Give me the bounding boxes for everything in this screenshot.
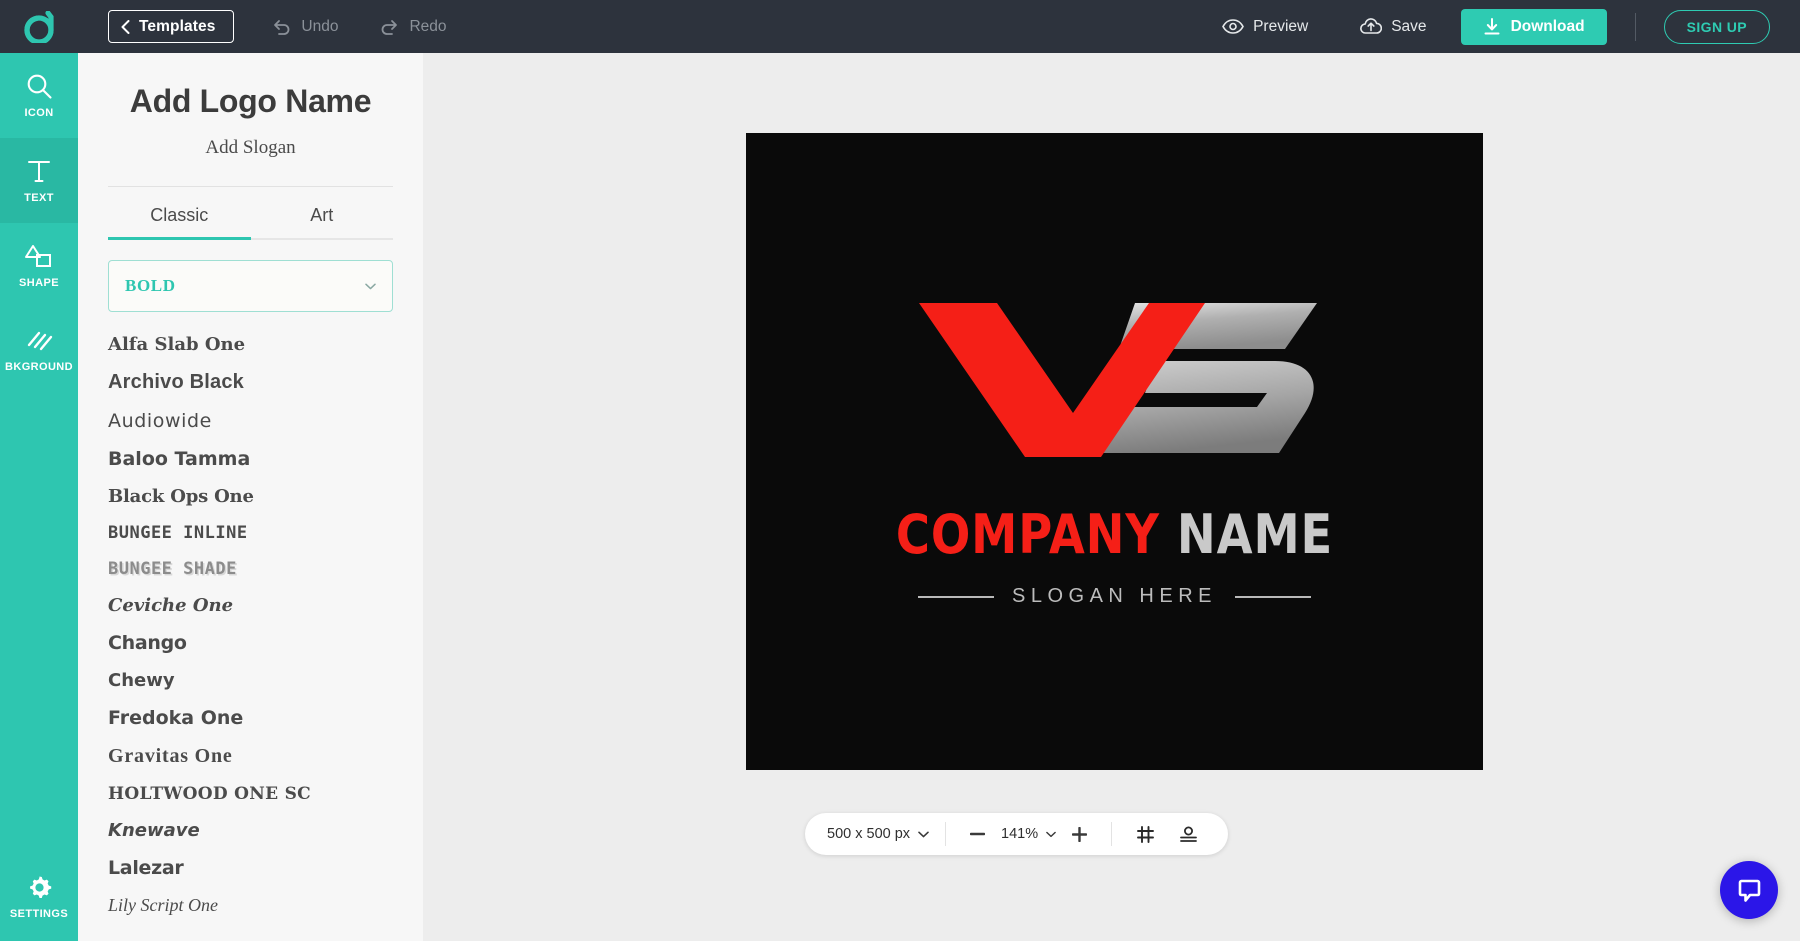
font-list-item[interactable]: BUNGEE INLINE (108, 515, 393, 551)
top-actions: Preview Save Download SIGN UP (1196, 8, 1800, 45)
chevron-down-icon (918, 831, 929, 837)
view-options (1112, 825, 1222, 844)
zoom-level-value[interactable]: 141% (1001, 826, 1038, 842)
canvas-size-value: 500 x 500 px (827, 826, 911, 842)
download-label: Download (1510, 17, 1585, 35)
zoom-in-button[interactable] (1064, 826, 1095, 842)
canvas-toolbar: 500 x 500 px 141% (805, 813, 1229, 855)
font-style-value: BOLD (125, 276, 176, 295)
chat-bubble-icon (1738, 879, 1760, 902)
undo-label: Undo (301, 17, 339, 35)
grid-icon (1137, 825, 1155, 843)
font-list: Alfa Slab One Archivo Black Audiowide Ba… (78, 326, 423, 924)
slogan-text: SLOGAN HERE (1012, 585, 1217, 607)
font-list-item[interactable]: HOLTWOOD ONE SC (108, 776, 393, 812)
canvas-size-select[interactable]: 500 x 500 px (811, 826, 945, 842)
tab-classic[interactable]: Classic (108, 187, 251, 240)
grid-toggle-button[interactable] (1128, 825, 1163, 844)
chat-widget-button[interactable] (1720, 861, 1778, 919)
minus-icon (970, 832, 986, 836)
search-icon (27, 74, 52, 99)
logo-vs-mark[interactable] (905, 301, 1325, 461)
chevron-down-icon[interactable] (1046, 831, 1056, 838)
sidebar-item-text[interactable]: TEXT (0, 138, 78, 223)
sidebar-item-shape-label: SHAPE (19, 276, 59, 289)
font-list-item[interactable]: Chango (108, 624, 393, 662)
font-list-item[interactable]: Lily Script One (108, 887, 393, 924)
slogan-rule-left (918, 595, 994, 598)
font-list-item[interactable]: Black Ops One (108, 478, 393, 515)
font-list-item[interactable]: Audiowide (108, 402, 393, 440)
slogan-rule-right (1234, 595, 1311, 598)
font-list-item[interactable]: Knewave (108, 812, 393, 849)
history-controls: Undo Redo (272, 17, 447, 36)
save-button[interactable]: Save (1334, 18, 1452, 36)
rail-spacer (0, 393, 78, 853)
font-list-item[interactable]: Chewy (108, 662, 393, 699)
tab-art[interactable]: Art (251, 187, 394, 238)
app-logo[interactable] (0, 0, 78, 53)
redo-label: Redo (409, 17, 447, 35)
sidebar-item-bkground-label: BKGROUND (5, 360, 73, 373)
templates-button[interactable]: Templates (108, 10, 235, 43)
undo-button[interactable]: Undo (272, 18, 338, 36)
font-list-item[interactable]: Alfa Slab One (108, 326, 393, 363)
font-list-item[interactable]: BUNGEE SHADE (108, 551, 393, 587)
zoom-controls: 141% (946, 826, 1111, 842)
sidebar-item-bkground[interactable]: BKGROUND (0, 308, 78, 393)
redo-arrow-icon (382, 19, 398, 35)
sidebar-item-shape[interactable]: SHAPE (0, 223, 78, 308)
designevo-logo-icon (24, 10, 54, 43)
preview-label: Preview (1253, 17, 1309, 35)
chevron-down-icon (365, 283, 376, 289)
font-list-item[interactable]: Baloo Tamma (108, 440, 393, 478)
font-list-item[interactable]: Archivo Black (108, 363, 393, 402)
hatch-pattern-icon (27, 331, 52, 350)
sidebar-item-icon-label: ICON (24, 106, 54, 119)
cloud-upload-icon (1360, 18, 1383, 34)
sidebar-item-icon[interactable]: ICON (0, 53, 78, 138)
company-word-grey: NAME (1176, 503, 1334, 566)
logo-canvas[interactable]: COMPANY NAME SLOGAN HERE (746, 133, 1483, 770)
logo-company-name[interactable]: COMPANY NAME (798, 503, 1432, 566)
redo-button[interactable]: Redo (380, 17, 447, 36)
download-icon (1484, 17, 1500, 34)
editor-stage: COMPANY NAME SLOGAN HERE 500 x 500 px 14… (423, 53, 1800, 941)
signup-button[interactable]: SIGN UP (1663, 9, 1770, 44)
zoom-out-button[interactable] (962, 832, 993, 836)
sidebar-item-settings-label: SETTINGS (9, 908, 69, 920)
eye-icon (1222, 19, 1244, 34)
company-word-red: COMPANY (895, 503, 1160, 566)
toolbar-divider (1634, 12, 1636, 41)
align-bottom-icon (1180, 826, 1198, 842)
chevron-left-icon (121, 19, 130, 34)
text-t-icon (28, 160, 50, 182)
font-list-item[interactable]: Lalezar (108, 849, 393, 887)
sidebar-item-text-label: TEXT (24, 191, 54, 204)
panel-tabs: Classic Art (108, 187, 393, 240)
shapes-icon (25, 244, 51, 267)
panel-subtitle: Add Slogan (205, 137, 296, 158)
font-list-item[interactable]: Fredoka One (108, 699, 393, 737)
font-list-item[interactable]: Ceviche One (108, 587, 393, 624)
sidebar-item-settings[interactable]: SETTINGS (0, 853, 78, 941)
left-rail: ICON TEXT SHAPE BKGROUND SETTINGS (0, 53, 78, 941)
text-panel: Add Logo Name Add Slogan Classic Art BOL… (78, 53, 423, 941)
logo-slogan[interactable]: SLOGAN HERE (746, 585, 1483, 608)
gear-icon (29, 876, 51, 899)
page-title: Add Logo Name (129, 83, 372, 119)
snap-align-button[interactable] (1171, 825, 1206, 844)
save-label: Save (1391, 17, 1427, 35)
undo-arrow-icon (274, 19, 290, 35)
plus-icon (1072, 826, 1088, 842)
download-button[interactable]: Download (1460, 8, 1607, 45)
font-style-select[interactable]: BOLD (108, 260, 393, 312)
top-toolbar: Templates Undo Redo Preview Save Downloa… (0, 0, 1800, 53)
preview-button[interactable]: Preview (1196, 18, 1334, 36)
templates-label: Templates (139, 17, 216, 35)
font-list-item[interactable]: Gravitas One (108, 737, 393, 776)
